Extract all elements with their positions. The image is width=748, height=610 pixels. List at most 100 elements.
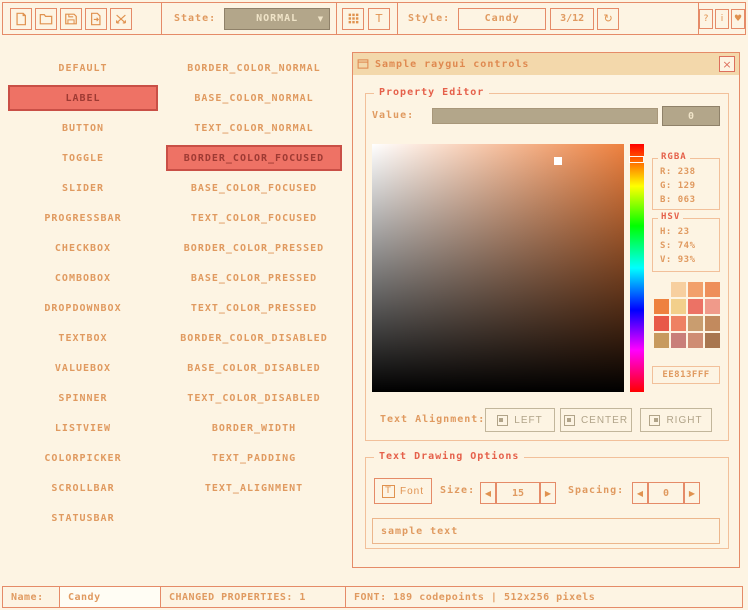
help-button[interactable]: ? [699, 9, 713, 29]
rgba-g-value: G: 129 [660, 179, 719, 193]
palette-swatch[interactable] [671, 299, 686, 314]
rgba-box: RGBA R: 238 G: 129 B: 063 [652, 158, 720, 210]
align-right-button[interactable]: RIGHT [640, 408, 712, 432]
hex-value-box[interactable]: EE813FFF [652, 366, 720, 384]
controls-list-item[interactable]: PROGRESSBAR [8, 205, 158, 231]
reload-style-button[interactable]: ↻ [597, 8, 619, 30]
properties-list-item[interactable]: BASE_COLOR_NORMAL [166, 85, 342, 111]
save-style-button[interactable] [60, 8, 82, 30]
properties-list-item[interactable]: BORDER_COLOR_FOCUSED [166, 145, 342, 171]
controls-list-item[interactable]: VALUEBOX [8, 355, 158, 381]
size-increment-button[interactable]: ▶ [540, 482, 556, 504]
state-dropdown[interactable]: NORMAL ▼ [224, 8, 330, 30]
align-left-button[interactable]: LEFT [485, 408, 555, 432]
value-slider[interactable] [432, 108, 658, 124]
sample-text-input[interactable]: sample text [372, 518, 720, 544]
floppy-save-icon [64, 12, 78, 26]
palette-swatch[interactable] [671, 282, 686, 297]
size-value-box[interactable]: 15 [496, 482, 540, 504]
text-preview-toggle-button[interactable]: T [368, 8, 390, 30]
properties-list-item[interactable]: BORDER_WIDTH [166, 415, 342, 441]
sponsor-button[interactable]: ♥ [731, 9, 745, 29]
controls-list-item[interactable]: SPINNER [8, 385, 158, 411]
new-style-button[interactable] [10, 8, 32, 30]
left-arrow-icon: ◀ [485, 489, 491, 498]
style-dropdown-value: Candy [485, 13, 520, 24]
value-box[interactable]: 0 [662, 106, 720, 126]
controls-list-item[interactable]: STATUSBAR [8, 505, 158, 531]
controls-list-item[interactable]: BUTTON [8, 115, 158, 141]
close-window-button[interactable]: × [719, 56, 735, 72]
style-dropdown[interactable]: Candy [458, 8, 546, 30]
info-icon: i [721, 14, 724, 24]
palette-swatch[interactable] [654, 316, 669, 331]
properties-list-item[interactable]: BORDER_COLOR_PRESSED [166, 235, 342, 261]
palette-swatch[interactable] [671, 316, 686, 331]
properties-list-item[interactable]: TEXT_ALIGNMENT [166, 475, 342, 501]
align-center-button[interactable]: CENTER [560, 408, 632, 432]
size-decrement-button[interactable]: ◀ [480, 482, 496, 504]
statusbar: Name: Candy CHANGED PROPERTIES: 1 FONT: … [2, 586, 743, 608]
export-icon [89, 12, 103, 26]
spacing-decrement-button[interactable]: ◀ [632, 482, 648, 504]
palette-swatch[interactable] [705, 299, 720, 314]
palette-swatch[interactable] [688, 333, 703, 348]
properties-list-item[interactable]: BASE_COLOR_FOCUSED [166, 175, 342, 201]
properties-list-item[interactable]: TEXT_COLOR_NORMAL [166, 115, 342, 141]
grid-toggle-button[interactable] [342, 8, 364, 30]
hsv-s-value: S: 74% [660, 239, 719, 253]
properties-list-item[interactable]: BORDER_COLOR_NORMAL [166, 55, 342, 81]
properties-list-item[interactable]: TEXT_COLOR_DISABLED [166, 385, 342, 411]
controls-list-item[interactable]: SCROLLBAR [8, 475, 158, 501]
palette-swatch[interactable] [688, 316, 703, 331]
controls-list-item[interactable]: DEFAULT [8, 55, 158, 81]
controls-list-item[interactable]: DROPDOWNBOX [8, 295, 158, 321]
properties-list-item[interactable]: TEXT_COLOR_PRESSED [166, 295, 342, 321]
open-style-button[interactable] [35, 8, 57, 30]
controls-list-item[interactable]: CHECKBOX [8, 235, 158, 261]
palette-swatch[interactable] [654, 333, 669, 348]
palette-swatch[interactable] [688, 299, 703, 314]
changed-properties-status: CHANGED PROPERTIES: 1 [160, 586, 346, 608]
controls-list-item[interactable]: SLIDER [8, 175, 158, 201]
controls-list-item[interactable]: LISTVIEW [8, 415, 158, 441]
controls-list-item[interactable]: TEXTBOX [8, 325, 158, 351]
text-alignment-label: Text Alignment: [380, 414, 485, 425]
properties-list-item[interactable]: BORDER_COLOR_DISABLED [166, 325, 342, 351]
palette-swatch[interactable] [705, 316, 720, 331]
align-left-icon [497, 415, 508, 426]
align-left-label: LEFT [514, 415, 542, 426]
window-titlebar[interactable]: Sample raygui controls × [353, 53, 739, 75]
random-style-button[interactable] [110, 8, 132, 30]
properties-list-item[interactable]: TEXT_COLOR_FOCUSED [166, 205, 342, 231]
controls-list-item[interactable]: COMBOBOX [8, 265, 158, 291]
hue-bar[interactable] [630, 144, 644, 392]
palette-swatch[interactable] [705, 333, 720, 348]
spacing-increment-button[interactable]: ▶ [684, 482, 700, 504]
palette-swatch[interactable] [654, 282, 669, 297]
color-panel[interactable] [372, 144, 624, 392]
value-label: Value: [372, 110, 414, 121]
color-panel-cursor[interactable] [554, 157, 562, 165]
controls-list-item[interactable]: LABEL [8, 85, 158, 111]
toolbar-file-section [2, 2, 162, 35]
shuffle-icon [114, 12, 128, 26]
properties-list-item[interactable]: TEXT_PADDING [166, 445, 342, 471]
align-center-label: CENTER [581, 415, 628, 426]
export-style-button[interactable] [85, 8, 107, 30]
properties-list-item[interactable]: BASE_COLOR_PRESSED [166, 265, 342, 291]
palette-swatch[interactable] [705, 282, 720, 297]
load-font-button[interactable]: T Font [374, 478, 432, 504]
hue-bar-cursor[interactable] [629, 156, 644, 163]
info-button[interactable]: i [715, 9, 729, 29]
size-label: Size: [440, 485, 475, 496]
palette-swatch[interactable] [654, 299, 669, 314]
palette-swatch[interactable] [671, 333, 686, 348]
palette-swatch[interactable] [688, 282, 703, 297]
style-name-input[interactable]: Candy [59, 586, 161, 608]
controls-list-item[interactable]: TOGGLE [8, 145, 158, 171]
spacing-value-box[interactable]: 0 [648, 482, 684, 504]
controls-list-item[interactable]: COLORPICKER [8, 445, 158, 471]
hsv-title: HSV [658, 212, 683, 222]
properties-list-item[interactable]: BASE_COLOR_DISABLED [166, 355, 342, 381]
